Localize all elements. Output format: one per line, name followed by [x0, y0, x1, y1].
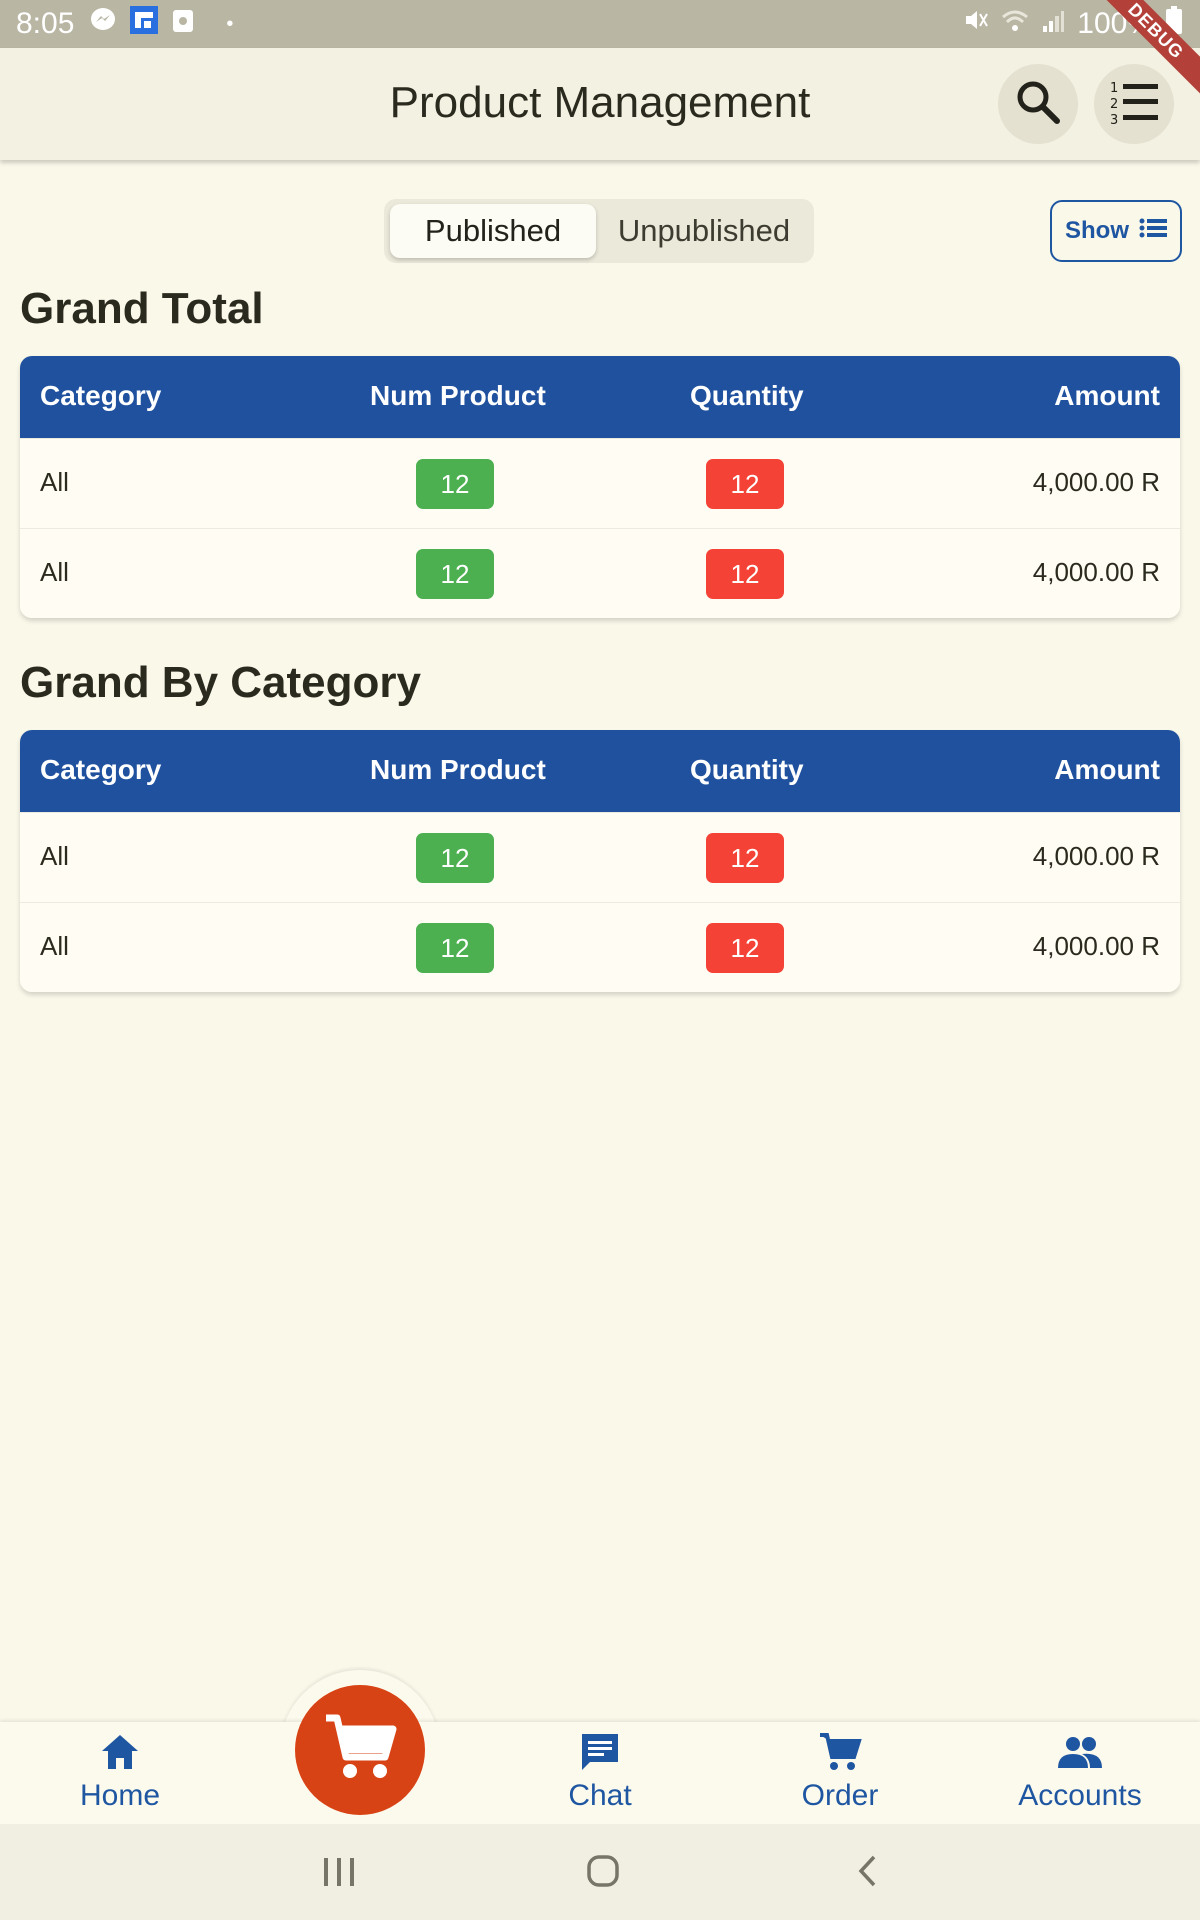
category-cell: All [40, 467, 69, 497]
num-product-badge: 12 [416, 459, 494, 509]
table-row: All 12 12 4,000.00 R [20, 812, 1180, 902]
nav-home-label: Home [79, 1779, 161, 1812]
header-num-product: Num Product [370, 754, 546, 785]
table-row: All 12 12 4,000.00 R [20, 438, 1180, 528]
mute-icon [963, 7, 989, 41]
category-cell: All [40, 557, 69, 587]
header-amount: Amount [1054, 754, 1160, 785]
nav-home[interactable]: Home [60, 1732, 180, 1813]
table-header: Category Num Product Quantity Amount [20, 730, 1180, 812]
wifi-icon [1001, 7, 1029, 41]
num-product-badge: 12 [416, 923, 494, 973]
nav-order-label: Order [801, 1779, 879, 1812]
amount-cell: 4,000.00 R [1032, 931, 1160, 961]
category-cell: All [40, 931, 69, 961]
show-button[interactable]: Show [1050, 200, 1182, 262]
table-header: Category Num Product Quantity Amount [20, 356, 1180, 438]
nav-accounts-label: Accounts [1018, 1779, 1142, 1812]
grand-by-category-table: Category Num Product Quantity Amount All… [20, 730, 1180, 992]
nav-chat-label: Chat [568, 1779, 632, 1812]
num-product-badge: 12 [416, 833, 494, 883]
header-quantity: Quantity [690, 754, 804, 785]
messenger-icon [90, 7, 116, 41]
accounts-icon [1056, 1737, 1104, 1776]
amount-cell: 4,000.00 R [1032, 557, 1160, 587]
grand-total-table: Category Num Product Quantity Amount All… [20, 356, 1180, 618]
amount-cell: 4,000.00 R [1032, 841, 1160, 871]
recents-icon[interactable] [322, 1856, 356, 1893]
quantity-badge: 12 [706, 549, 784, 599]
search-icon [1014, 78, 1062, 131]
header-amount: Amount [1054, 380, 1160, 411]
list-icon [1139, 217, 1167, 246]
cart-fab-button[interactable] [295, 1685, 425, 1815]
app-bar: Product Management 123 [0, 48, 1200, 160]
svg-text:2: 2 [1110, 97, 1118, 112]
cart-icon [323, 1713, 397, 1788]
table-row: All 12 12 4,000.00 R [20, 902, 1180, 992]
category-cell: All [40, 841, 69, 871]
order-cart-icon [818, 1733, 862, 1776]
quantity-badge: 12 [706, 833, 784, 883]
show-button-label: Show [1065, 217, 1129, 244]
svg-text:1: 1 [1110, 81, 1118, 96]
grand-total-title: Grand Total [20, 284, 264, 333]
numbered-list-icon: 123 [1108, 78, 1160, 131]
status-bar: 8:05 • 100% DEBUG [0, 0, 1200, 104]
home-icon [98, 1735, 142, 1776]
header-category: Category [40, 380, 162, 411]
header-category: Category [40, 754, 162, 785]
header-num-product: Num Product [370, 380, 546, 411]
toggle-unpublished[interactable]: Unpublished [599, 204, 809, 258]
nav-chat[interactable]: Chat [540, 1732, 660, 1813]
toggle-published[interactable]: Published [390, 204, 596, 258]
grand-by-category-title: Grand By Category [20, 658, 421, 707]
back-icon[interactable] [856, 1854, 878, 1893]
nav-order[interactable]: Order [780, 1732, 900, 1813]
amount-cell: 4,000.00 R [1032, 467, 1160, 497]
header-quantity: Quantity [690, 380, 804, 411]
svg-text:3: 3 [1110, 113, 1118, 126]
quantity-badge: 12 [706, 923, 784, 973]
system-nav-bar [0, 1824, 1200, 1920]
dot-icon: • [226, 12, 234, 35]
publish-toggle: Published Unpublished [384, 199, 814, 263]
num-product-badge: 12 [416, 549, 494, 599]
nav-accounts[interactable]: Accounts [1000, 1732, 1160, 1813]
numbered-list-button[interactable]: 123 [1094, 64, 1174, 144]
signal-icon [1041, 7, 1065, 41]
app-icon [130, 6, 159, 42]
screenshot-icon [172, 7, 194, 41]
table-row: All 12 12 4,000.00 R [20, 528, 1180, 618]
home-circle-icon[interactable] [586, 1854, 620, 1893]
bottom-nav: Home Chat Order Accounts [0, 1722, 1200, 1824]
chat-icon [578, 1734, 622, 1776]
quantity-badge: 12 [706, 459, 784, 509]
status-time: 8:05 [16, 7, 75, 40]
search-button[interactable] [998, 64, 1078, 144]
